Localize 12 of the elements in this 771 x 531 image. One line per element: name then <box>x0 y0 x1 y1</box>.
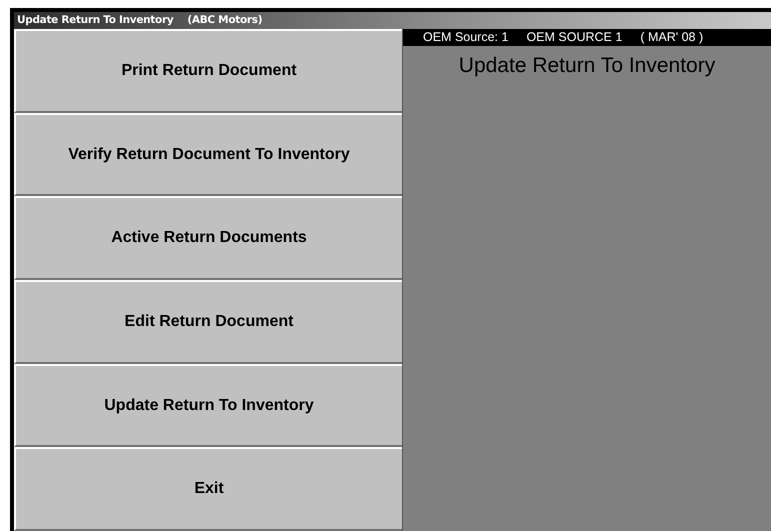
window-title: Update Return To Inventory <box>17 12 174 28</box>
menu-button[interactable]: Active Return Documents <box>14 196 402 280</box>
panel-heading: Update Return To Inventory <box>458 54 716 77</box>
menu-button[interactable]: Update Return To Inventory <box>14 364 402 448</box>
oem-source-label: OEM Source: 1 <box>423 29 508 46</box>
menu-button[interactable]: Exit <box>14 447 402 531</box>
period-label: ( MAR' 08 ) <box>640 29 704 46</box>
menu-button[interactable]: Print Return Document <box>14 29 402 113</box>
oem-source-name: OEM SOURCE 1 <box>526 29 622 46</box>
menu-button[interactable]: Verify Return Document To Inventory <box>14 112 402 196</box>
company-name: (ABC Motors) <box>187 12 262 28</box>
menu-button[interactable]: Edit Return Document <box>14 280 402 364</box>
